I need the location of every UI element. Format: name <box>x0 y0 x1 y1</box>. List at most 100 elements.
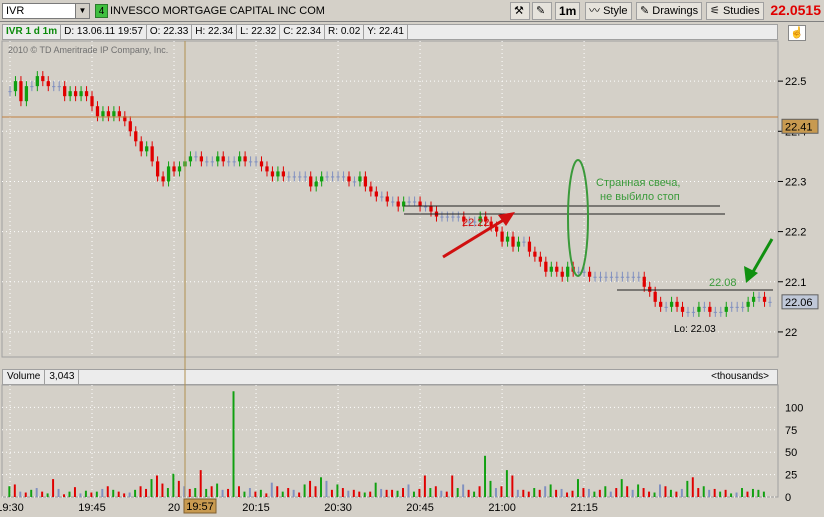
candle-body <box>8 91 12 93</box>
volume-bar <box>106 486 109 497</box>
volume-bar <box>292 489 295 497</box>
candle-body <box>560 271 564 277</box>
cursor-time-label: 19:57 <box>186 501 214 513</box>
volume-bar <box>57 488 60 497</box>
volume-bar <box>254 491 257 497</box>
candle-body <box>544 261 548 272</box>
candle-body <box>669 301 674 307</box>
annotation-level-2222: 22.22 <box>462 217 490 229</box>
volume-bar <box>123 493 126 497</box>
candle-body <box>155 161 160 177</box>
volume-bar <box>303 484 306 497</box>
candle-body <box>341 176 346 178</box>
candle-body <box>407 201 411 203</box>
volume-bar <box>538 489 541 497</box>
candle-body <box>751 296 756 302</box>
candle-body <box>276 171 280 177</box>
volume-bar <box>615 488 618 497</box>
candle-body <box>194 156 198 158</box>
candle-body <box>35 76 39 87</box>
candle-body <box>248 161 253 163</box>
candle-body <box>13 81 18 92</box>
candle-body <box>73 91 78 97</box>
candle-body <box>429 206 433 212</box>
volume-bar <box>79 493 82 497</box>
volume-bar <box>566 492 569 497</box>
candle-body <box>648 286 652 292</box>
volume-bar <box>626 486 629 497</box>
volume-bar <box>555 489 558 497</box>
copyright: 2010 © TD Ameritrade IP Company, Inc. <box>8 45 168 55</box>
volume-bar <box>648 491 651 497</box>
volume-bar <box>533 488 536 497</box>
volume-bar <box>276 486 279 497</box>
volume-bar <box>402 488 404 497</box>
time-tick-label: 20 <box>168 502 180 514</box>
volume-bar <box>637 484 640 497</box>
volume-bar <box>265 493 268 497</box>
volume-bar <box>287 488 290 497</box>
volume-bar <box>166 488 169 497</box>
volume-bar <box>423 475 426 497</box>
volume-bar <box>227 488 230 497</box>
volume-bar <box>63 494 66 497</box>
volume-bar <box>199 470 202 497</box>
candle-body <box>161 176 165 182</box>
volume-bar <box>451 475 454 497</box>
candle-body <box>369 186 373 192</box>
volume-bar <box>46 493 49 497</box>
volume-bar <box>19 491 22 497</box>
candle-body <box>593 276 597 278</box>
candle-body <box>691 311 696 313</box>
candle-body <box>112 111 116 117</box>
candle-body <box>216 156 220 162</box>
volume-bar <box>134 489 137 497</box>
volume-bar <box>238 486 240 497</box>
price-volume-chart[interactable]: 2010 © TD Ameritrade IP Company, Inc. 22… <box>0 0 824 517</box>
candle-body <box>52 86 56 88</box>
volume-bar <box>194 488 197 497</box>
price-tick-label: 22.2 <box>785 227 806 239</box>
candle-body <box>659 301 663 307</box>
candle-body <box>68 91 72 97</box>
volume-bar <box>330 489 333 497</box>
volume-bar <box>95 491 98 497</box>
volume-bar <box>511 475 514 497</box>
volume-bar <box>478 486 481 497</box>
candle-body <box>615 276 619 278</box>
volume-bar <box>653 492 656 497</box>
candle-body <box>363 176 368 187</box>
candle-body <box>309 176 313 187</box>
candle-body <box>555 266 559 272</box>
candle-body <box>713 311 717 313</box>
candle-body <box>664 306 668 308</box>
candle-body <box>63 86 67 97</box>
volume-bar <box>84 490 87 497</box>
volume-bar <box>544 486 547 497</box>
volume-bar <box>325 480 328 497</box>
candle-body <box>292 176 296 178</box>
candle-body <box>522 241 526 243</box>
volume-bar <box>73 487 76 497</box>
candle-body <box>358 176 362 182</box>
candle-body <box>281 171 286 177</box>
volume-bar <box>13 484 16 497</box>
candle-body <box>90 96 94 107</box>
volume-bar <box>243 491 246 497</box>
candle-body <box>702 306 707 308</box>
volume-bar <box>30 489 33 497</box>
volume-bar <box>363 492 366 497</box>
volume-bar <box>757 489 760 497</box>
volume-bar <box>751 488 754 497</box>
candle-body <box>505 236 510 242</box>
volume-bar <box>210 486 213 497</box>
candle-body <box>57 86 61 88</box>
candle-body <box>511 236 515 247</box>
candle-body <box>347 176 351 182</box>
candle-body <box>653 291 657 302</box>
candle-body <box>303 176 307 178</box>
candle-body <box>287 176 291 178</box>
volume-bar <box>150 479 153 497</box>
volume-bar <box>631 489 634 497</box>
time-tick-label: 21:15 <box>570 502 598 514</box>
